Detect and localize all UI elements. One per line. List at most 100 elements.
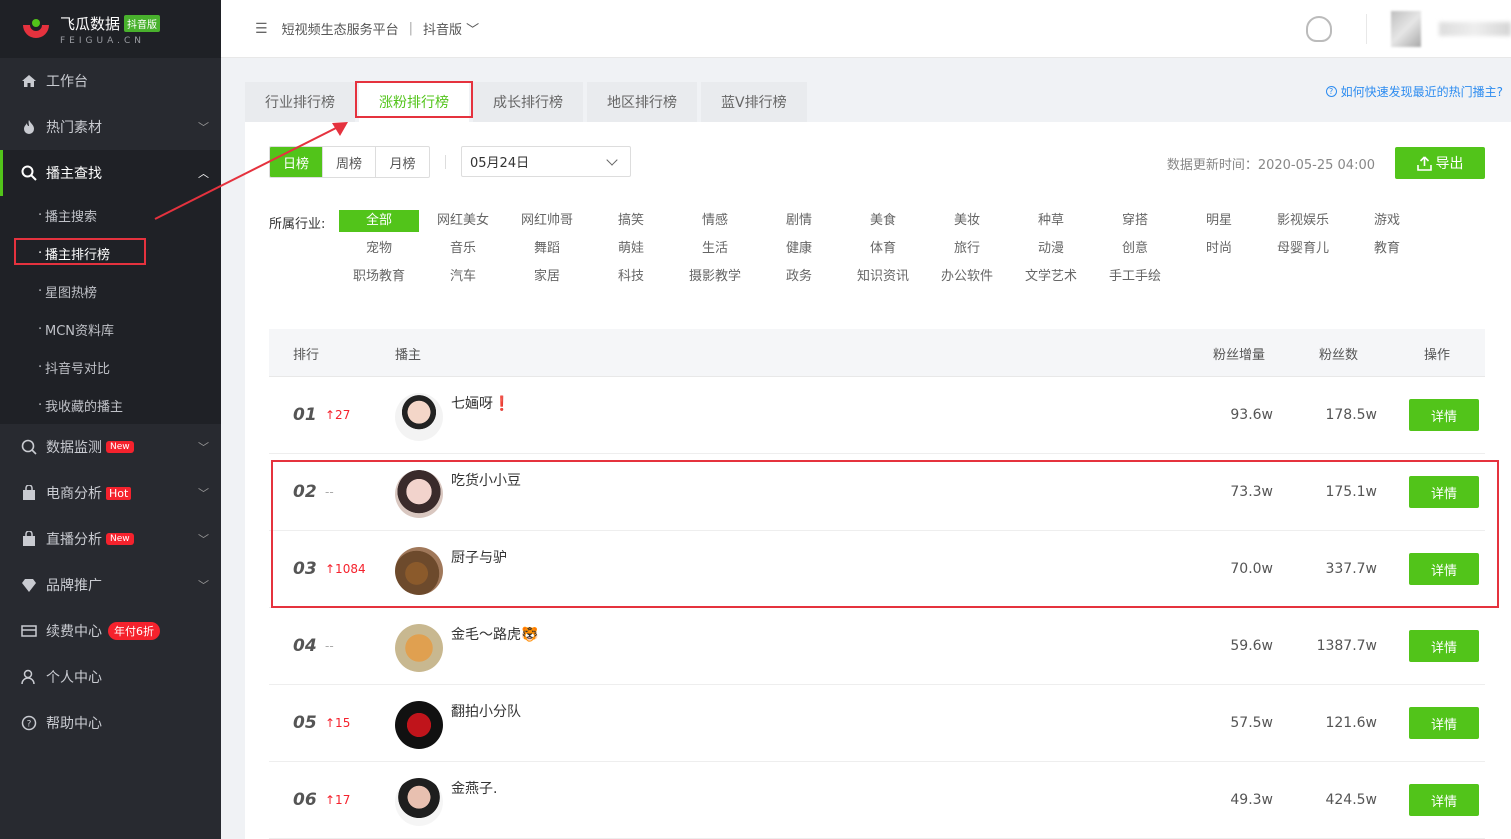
sidebar-item-brand[interactable]: 品牌推广 ﹀ <box>0 562 221 608</box>
submenu-item-favorites[interactable]: · 我收藏的播主 <box>0 386 221 424</box>
period-daily[interactable]: 日榜 <box>270 147 323 177</box>
industry-option[interactable]: 家居 <box>507 266 587 288</box>
industry-option[interactable]: 生活 <box>675 238 755 260</box>
detail-button[interactable]: 详情 <box>1409 476 1479 508</box>
anchor-avatar[interactable] <box>395 393 443 441</box>
sidebar-item-live[interactable]: 直播分析 New ﹀ <box>0 516 221 562</box>
industry-option[interactable]: 摄影教学 <box>675 266 755 288</box>
industry-option[interactable]: 动漫 <box>1011 238 1091 260</box>
detail-button[interactable]: 详情 <box>1409 553 1479 585</box>
submenu-label: 播主排行榜 <box>45 247 111 263</box>
tab-fans-growth[interactable]: 涨粉排行榜 <box>359 82 469 122</box>
industry-option[interactable]: 体育 <box>843 238 923 260</box>
industry-option[interactable]: 舞蹈 <box>507 238 587 260</box>
industry-option[interactable]: 宠物 <box>339 238 419 260</box>
industry-option[interactable]: 知识资讯 <box>843 266 923 288</box>
version-dropdown[interactable]: 抖音版 ﹀ <box>423 19 479 38</box>
industry-option[interactable]: 穿搭 <box>1095 210 1175 232</box>
detail-button[interactable]: 详情 <box>1409 784 1479 816</box>
industry-option[interactable]: 搞笑 <box>591 210 671 232</box>
period-monthly[interactable]: 月榜 <box>376 147 429 177</box>
sidebar-item-renewal[interactable]: 续费中心 年付6折 <box>0 608 221 654</box>
username-blurred[interactable] <box>1439 22 1511 36</box>
detail-button[interactable]: 详情 <box>1409 399 1479 431</box>
submenu-item-compare[interactable]: · 抖音号对比 <box>0 348 221 386</box>
industry-option[interactable]: 种草 <box>1011 210 1091 232</box>
industry-option[interactable]: 手工手绘 <box>1095 266 1175 288</box>
anchor-avatar[interactable] <box>395 624 443 672</box>
rank-number: 03 <box>293 559 317 579</box>
export-button[interactable]: 导出 <box>1395 147 1485 179</box>
industry-option[interactable]: 明星 <box>1179 210 1259 232</box>
home-icon <box>20 72 38 90</box>
sidebar-item-label: 直播分析 <box>46 532 102 548</box>
industry-option[interactable]: 旅行 <box>927 238 1007 260</box>
industry-option[interactable]: 音乐 <box>423 238 503 260</box>
industry-option[interactable]: 政务 <box>759 266 839 288</box>
anchor-avatar[interactable] <box>395 778 443 826</box>
brand-logo[interactable]: 飞瓜数据 抖音版 FEIGUA.CN <box>0 0 221 58</box>
export-label: 导出 <box>1435 156 1464 172</box>
tab-industry[interactable]: 行业排行榜 <box>245 82 355 122</box>
industry-option[interactable]: 影视娱乐 <box>1263 210 1343 232</box>
industry-option[interactable]: 游戏 <box>1347 210 1427 232</box>
industry-option[interactable]: 时尚 <box>1179 238 1259 260</box>
submenu-item-mcn[interactable]: · MCN资料库 <box>0 310 221 348</box>
submenu-label: 播主搜索 <box>45 209 98 225</box>
industry-option[interactable]: 美妆 <box>927 210 1007 232</box>
industry-option[interactable]: 办公软件 <box>927 266 1007 288</box>
sidebar-item-monitoring[interactable]: 数据监测 New ﹀ <box>0 424 221 470</box>
table-row: 03 ↑1084 厨子与驴 70.0w 337.7w 详情 <box>269 531 1485 608</box>
col-action: 操作 <box>1423 348 1450 363</box>
sidebar-item-workbench[interactable]: 工作台 <box>0 58 221 104</box>
tab-bluev[interactable]: 蓝V排行榜 <box>701 82 807 122</box>
sidebar-item-anchor-search[interactable]: 播主查找 ︿ <box>0 150 221 196</box>
industry-option[interactable]: 母婴育儿 <box>1263 238 1343 260</box>
industry-option[interactable]: 职场教育 <box>339 266 419 288</box>
anchor-avatar[interactable] <box>395 470 443 518</box>
industry-option[interactable]: 网红美女 <box>423 210 503 232</box>
period-weekly[interactable]: 周榜 <box>323 147 376 177</box>
industry-option[interactable]: 情感 <box>675 210 755 232</box>
industry-option[interactable]: 科技 <box>591 266 671 288</box>
sidebar-item-hot-material[interactable]: 热门素材 ﹀ <box>0 104 221 150</box>
submenu-item-anchor-ranking[interactable]: · 播主排行榜 <box>0 234 221 272</box>
table-row: 04 -- 金毛～路虎🐯 59.6w 1387.7w 详情 <box>269 608 1485 685</box>
submenu-item-star-hot[interactable]: · 星图热榜 <box>0 272 221 310</box>
anchor-name[interactable]: 金毛～路虎🐯 <box>451 624 538 644</box>
date-select[interactable]: 05月24日 <box>461 146 631 177</box>
tab-growth[interactable]: 成长排行榜 <box>473 82 583 122</box>
detail-button[interactable]: 详情 <box>1409 707 1479 739</box>
industry-option[interactable]: 萌娃 <box>591 238 671 260</box>
chevron-down-icon: ﹀ <box>198 121 209 134</box>
detail-button[interactable]: 详情 <box>1409 630 1479 662</box>
anchor-name[interactable]: 吃货小小豆 <box>451 470 521 490</box>
industry-option[interactable]: 教育 <box>1347 238 1427 260</box>
headset-icon[interactable] <box>1306 16 1332 42</box>
anchor-name[interactable]: 七婳呀❗ <box>451 393 510 413</box>
avatar[interactable] <box>1391 11 1421 47</box>
brand-name: 飞瓜数据 <box>60 14 121 33</box>
menu-toggle-icon[interactable]: ☰ <box>255 21 268 37</box>
anchor-name[interactable]: 厨子与驴 <box>451 547 507 567</box>
industry-option[interactable]: 文学艺术 <box>1011 266 1091 288</box>
industry-option[interactable]: 健康 <box>759 238 839 260</box>
anchor-name[interactable]: 翻拍小分队 <box>451 701 521 721</box>
help-link[interactable]: ? 如何快速发现最近的热门播主? <box>1325 83 1503 100</box>
tab-region[interactable]: 地区排行榜 <box>587 82 697 122</box>
industry-option[interactable]: 网红帅哥 <box>507 210 587 232</box>
sidebar-item-help[interactable]: ? 帮助中心 <box>0 700 221 746</box>
sidebar-item-ecommerce[interactable]: 电商分析 Hot ﹀ <box>0 470 221 516</box>
industry-option[interactable]: 剧情 <box>759 210 839 232</box>
submenu-label: MCN资料库 <box>45 323 115 339</box>
anchor-avatar[interactable] <box>395 701 443 749</box>
anchor-name[interactable]: 金燕子. <box>451 778 497 798</box>
industry-option[interactable]: 创意 <box>1095 238 1175 260</box>
submenu-item-anchor-search[interactable]: · 播主搜索 <box>0 196 221 234</box>
col-increase: 粉丝增量 <box>1212 348 1265 363</box>
industry-option[interactable]: 美食 <box>843 210 923 232</box>
anchor-avatar[interactable] <box>395 547 443 595</box>
industry-option[interactable]: 全部 <box>339 210 419 232</box>
sidebar-item-personal[interactable]: 个人中心 <box>0 654 221 700</box>
industry-option[interactable]: 汽车 <box>423 266 503 288</box>
